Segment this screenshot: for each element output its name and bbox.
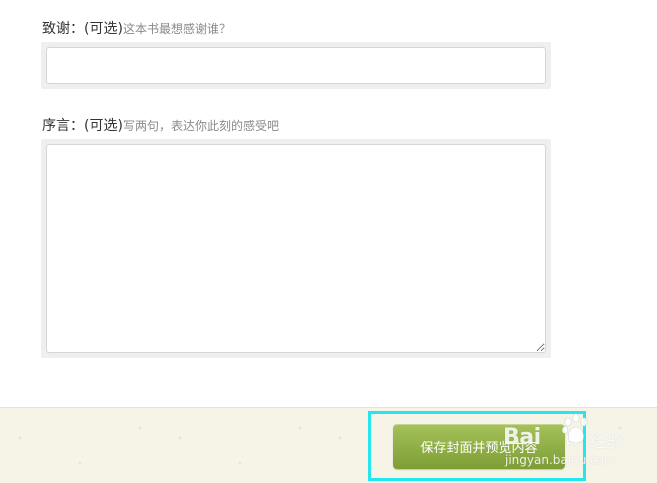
thanks-label: 致谢：(可选)这本书最想感谢谁？ (42, 18, 231, 38)
thanks-field-frame (41, 42, 551, 89)
preface-field-frame (41, 139, 551, 358)
preface-textarea[interactable] (46, 144, 546, 353)
thanks-optional-tag: (可选) (84, 21, 123, 37)
thanks-hint: 这本书最想感谢谁？ (122, 22, 231, 36)
thanks-label-text: 致谢： (42, 21, 84, 37)
highlight-box (368, 411, 586, 481)
preface-optional-tag: (可选) (84, 118, 123, 134)
preface-hint: 写两句，表达你此刻的感受吧 (122, 119, 279, 133)
preface-label: 序言：(可选)写两句，表达你此刻的感受吧 (42, 115, 279, 135)
page: 致谢：(可选)这本书最想感谢谁？ 序言：(可选)写两句，表达你此刻的感受吧 保存… (0, 0, 657, 483)
preface-label-text: 序言： (42, 118, 84, 134)
thanks-input[interactable] (46, 47, 546, 84)
